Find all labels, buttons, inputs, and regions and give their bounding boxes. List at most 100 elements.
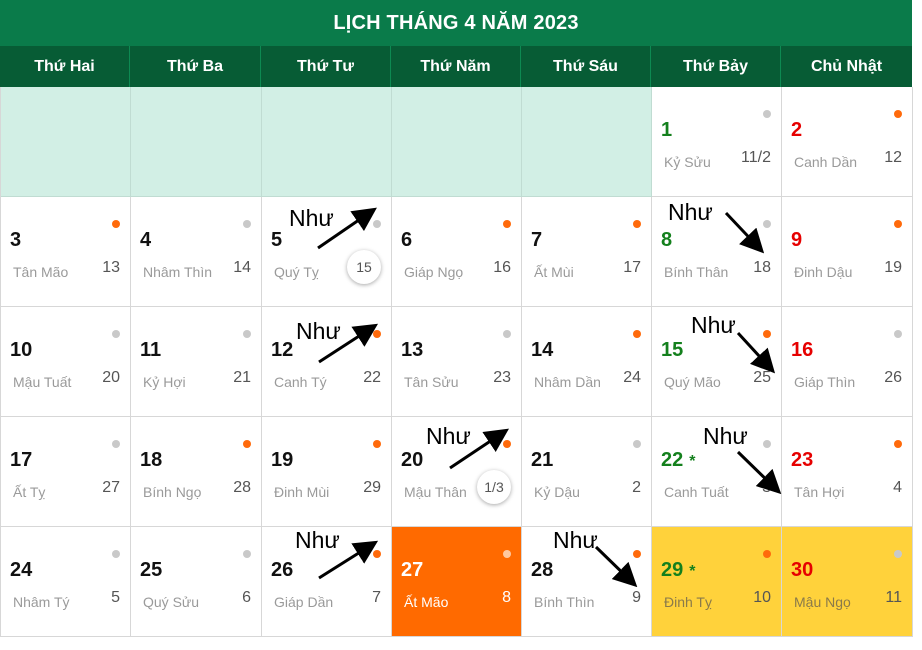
status-dot-icon	[894, 550, 902, 558]
day-cell[interactable]: 11 Kỷ Hợi 21	[131, 307, 262, 417]
day-cell[interactable]: 25 Quý Sửu 6	[131, 527, 262, 637]
can-chi-label: Canh Tý	[274, 374, 327, 390]
status-dot-icon	[112, 440, 120, 448]
status-dot-icon	[633, 440, 641, 448]
weekday-header: Thứ Hai Thứ Ba Thứ Tư Thứ Năm Thứ Sáu Th…	[0, 46, 912, 87]
can-chi-label: Quý Sửu	[143, 594, 200, 610]
day-cell[interactable]: 17 Ất Tỵ 27	[1, 417, 131, 527]
status-dot-icon	[763, 330, 771, 338]
annotation-note: Như	[691, 312, 736, 338]
day-cell[interactable]: 27 Ất Mão 8	[392, 527, 522, 637]
annotation-note: Như	[289, 205, 334, 231]
can-chi-label: Tân Sửu	[404, 374, 459, 390]
day-cell[interactable]: 10 Mậu Tuất 20	[1, 307, 131, 417]
solar-day-number: 14	[531, 339, 554, 361]
solar-day-number: 21	[531, 449, 554, 471]
lunar-date: 18	[753, 259, 771, 276]
star-icon: *	[689, 563, 696, 580]
can-chi-label: Bính Thân	[664, 264, 729, 280]
annotation-note: Như	[426, 423, 471, 449]
status-dot-icon	[633, 220, 641, 228]
can-chi-label: Giáp Dần	[274, 594, 334, 610]
status-dot-icon	[243, 220, 251, 228]
can-chi-label: Nhâm Thìn	[143, 264, 212, 280]
can-chi-label: Canh Tuất	[664, 484, 729, 500]
can-chi-label: Ất Tỵ	[13, 484, 46, 500]
day-cell[interactable]: 3 Tân Mão 13	[1, 197, 131, 307]
can-chi-label: Quý Mão	[664, 374, 721, 390]
solar-day-number: 15	[661, 339, 684, 361]
lunar-date: 10	[753, 589, 771, 606]
calendar-title: LỊCH THÁNG 4 NĂM 2023	[0, 0, 912, 46]
solar-day-number: 27	[401, 559, 424, 581]
can-chi-label: Ất Mùi	[534, 264, 574, 280]
status-dot-icon	[894, 220, 902, 228]
lunar-date: 21	[233, 369, 251, 386]
lunar-date: 11/2	[741, 149, 771, 166]
can-chi-label: Tân Hợi	[794, 484, 845, 500]
status-dot-icon	[373, 330, 381, 338]
lunar-date: 17	[623, 259, 641, 276]
day-cell[interactable]: 24 Nhâm Tý 5	[1, 527, 131, 637]
day-cell[interactable]: 29 * Đinh Tỵ 10	[652, 527, 782, 637]
star-icon: *	[689, 453, 696, 470]
solar-day-number: 8	[661, 229, 673, 251]
lunar-date: 27	[102, 479, 120, 496]
day-cell[interactable]: 19 Đinh Mùi 29	[262, 417, 392, 527]
solar-day-number: 12	[271, 339, 294, 361]
calendar-grid: 1 Kỷ Sửu 11/2 2 Canh Dần 12 3 Tân Mão 13 4 Nhâm Th…	[0, 87, 913, 637]
day-cell[interactable]: 23 Tân Hợi 4	[782, 417, 913, 527]
day-cell[interactable]: 7 Ất Mùi 17	[522, 197, 652, 307]
annotation-note: Như	[553, 527, 598, 553]
can-chi-label: Nhâm Tý	[13, 594, 70, 610]
day-cell[interactable]: 21 Kỷ Dậu 2	[522, 417, 652, 527]
day-cell[interactable]: 14 Nhâm Dần 24	[522, 307, 652, 417]
solar-day-number: 17	[10, 449, 33, 471]
day-cell[interactable]: 9 Đinh Dậu 19	[782, 197, 913, 307]
day-cell[interactable]: 13 Tân Sửu 23	[392, 307, 522, 417]
can-chi-label: Đinh Mùi	[274, 484, 330, 500]
status-dot-icon	[894, 330, 902, 338]
can-chi-label: Kỷ Hợi	[143, 374, 186, 390]
solar-day-number: 10	[10, 339, 33, 361]
lunar-date: 7	[372, 589, 381, 606]
empty-cell	[131, 87, 262, 197]
status-dot-icon	[633, 550, 641, 558]
day-cell[interactable]: 16 Giáp Thìn 26	[782, 307, 913, 417]
status-dot-icon	[112, 550, 120, 558]
lunar-date: 14	[233, 259, 251, 276]
day-cell[interactable]: 6 Giáp Ngọ 16	[392, 197, 522, 307]
day-cell[interactable]: 18 Bính Ngọ 28	[131, 417, 262, 527]
day-cell[interactable]: 2 Canh Dần 12	[782, 87, 913, 197]
day-cell[interactable]: 4 Nhâm Thìn 14	[131, 197, 262, 307]
lunar-date: 26	[884, 369, 902, 386]
status-dot-icon	[894, 110, 902, 118]
can-chi-label: Giáp Ngọ	[404, 264, 464, 280]
can-chi-label: Ất Mão	[404, 594, 449, 610]
can-chi-label: Mậu Tuất	[13, 374, 72, 390]
weekday-sat: Thứ Bảy	[651, 46, 781, 87]
can-chi-label: Bính Thìn	[534, 594, 595, 610]
status-dot-icon	[763, 440, 771, 448]
day-cell[interactable]: 30 Mậu Ngọ 11	[782, 527, 913, 637]
can-chi-label: Giáp Thìn	[794, 374, 856, 390]
can-chi-label: Tân Mão	[13, 264, 69, 280]
can-chi-label: Mậu Ngọ	[794, 594, 851, 610]
lunar-date: 13	[102, 259, 120, 276]
lunar-date: 19	[884, 259, 902, 276]
solar-day-number: 13	[401, 339, 424, 361]
solar-day-number: 2	[791, 119, 803, 141]
status-dot-icon	[112, 220, 120, 228]
can-chi-label: Canh Dần	[794, 154, 858, 170]
status-dot-icon	[763, 220, 771, 228]
weekday-thu: Thứ Năm	[391, 46, 521, 87]
lunar-date: 22	[363, 369, 381, 386]
lunar-date: 29	[363, 479, 381, 496]
status-dot-icon	[763, 110, 771, 118]
solar-day-number: 18	[140, 449, 163, 471]
weekday-sun: Chủ Nhật	[810, 57, 883, 75]
calendar: LỊCH THÁNG 4 NĂM 2023 Thứ Hai Thứ Ba Thứ…	[0, 0, 913, 637]
status-dot-icon	[112, 330, 120, 338]
day-cell[interactable]: 1 Kỷ Sửu 11/2	[652, 87, 782, 197]
solar-day-number: 6	[401, 229, 413, 251]
